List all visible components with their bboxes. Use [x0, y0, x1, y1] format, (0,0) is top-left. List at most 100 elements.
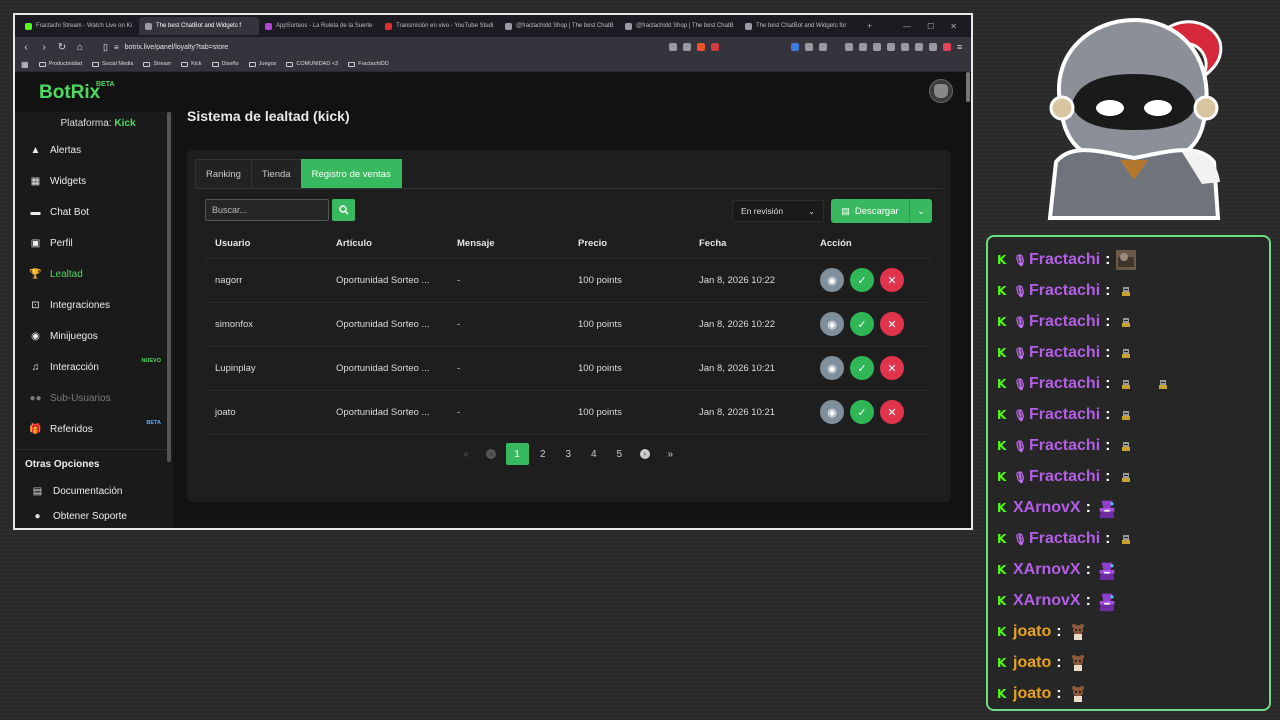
browser-tab[interactable]: Transmisión en vivo - YouTube Studi [379, 17, 499, 35]
browser-tab[interactable]: @fractachidd Shop | The best ChatB [619, 17, 739, 35]
search-input[interactable] [205, 199, 329, 221]
sidebar-item-alertas[interactable]: ▲ Alertas [15, 135, 173, 166]
brave-shield-icon[interactable] [697, 43, 705, 51]
user-avatar[interactable] [929, 79, 953, 103]
bookmark-icon[interactable]: ▯ [103, 42, 108, 53]
bookmark-folder[interactable]: Productividad [38, 61, 82, 67]
browser-tab[interactable]: Fractachi Stream - Watch Live on Ki [19, 17, 139, 35]
view-button[interactable]: ◉ [820, 356, 844, 380]
browser-tab[interactable]: @fractachidd Shop | The best ChatB [499, 17, 619, 35]
browser-tab[interactable]: The best ChatBot and Widgets for [739, 17, 859, 35]
view-button[interactable]: ◉ [820, 312, 844, 336]
sidebar-item-sub-usuarios[interactable]: ●● Sub-Usuarios [15, 383, 173, 414]
extension-icon[interactable] [791, 43, 799, 51]
apps-icon[interactable]: ▦ [21, 60, 29, 69]
url-field[interactable]: ▯ ≡ botrix.live/panel/loyalty?tab=store [93, 40, 661, 54]
extension-icon[interactable] [805, 43, 813, 51]
site-info-icon[interactable]: ≡ [114, 43, 119, 52]
folder-icon [181, 61, 189, 67]
view-button[interactable]: ◉ [820, 268, 844, 292]
bookmark-folder[interactable]: Diseño [211, 61, 239, 67]
sidebar-item-perfil[interactable]: ▣ Perfil [15, 228, 173, 259]
sidebar-item-integraciones[interactable]: ⊡ Integraciones [15, 290, 173, 321]
rewards-icon[interactable] [711, 43, 719, 51]
reject-button[interactable]: ✕ [880, 356, 904, 380]
bookmark-folder[interactable]: COMUNIDAD <3 [286, 61, 338, 67]
back-icon[interactable]: ‹ [21, 42, 31, 53]
reload-icon[interactable]: ↻ [57, 42, 67, 53]
menu-icon[interactable]: ≡ [957, 43, 965, 52]
reject-button[interactable]: ✕ [880, 312, 904, 336]
download-dropdown-button[interactable]: ⌄ [909, 199, 932, 223]
bookmark-folder[interactable]: Juegos [248, 61, 276, 67]
new-tab-button[interactable]: + [859, 21, 880, 31]
sidebar-item-minijuegos[interactable]: ◉ Minijuegos [15, 321, 173, 352]
sidebar-item-widgets[interactable]: ▦ Widgets [15, 166, 173, 197]
last-page-button[interactable]: » [658, 443, 684, 465]
approve-button[interactable]: ✓ [850, 312, 874, 336]
download-icon[interactable] [845, 43, 853, 51]
chat-separator: : [1105, 313, 1111, 330]
extension-icon[interactable] [873, 43, 881, 51]
chat-username: XArnovX [1013, 592, 1081, 609]
page-button[interactable]: 1 [505, 443, 529, 465]
reject-button[interactable]: ✕ [880, 400, 904, 424]
sidebar-item-documentation[interactable]: ▤ Documentación [15, 476, 173, 506]
tab-registro-de-ventas[interactable]: Registro de ventas [300, 159, 402, 188]
music-icon[interactable] [859, 43, 867, 51]
bookmark-folder[interactable]: FractachiDD [348, 61, 389, 67]
chat-separator: : [1105, 437, 1111, 454]
minimize-icon[interactable]: — [903, 22, 911, 31]
browser-tab[interactable]: The best ChatBot and Widgets f [139, 17, 259, 35]
sidebar-item-support[interactable]: ● Obtener Soporte [15, 506, 173, 526]
next-page-button[interactable]: › [632, 443, 658, 465]
search-button[interactable] [332, 199, 355, 221]
vpn-icon[interactable] [929, 43, 937, 51]
bookmark-folder[interactable]: Stream [143, 61, 171, 67]
extension-icon[interactable] [819, 43, 827, 51]
sidebar-icon[interactable] [887, 43, 895, 51]
view-button[interactable]: ◉ [820, 400, 844, 424]
tiny-emote-icon [1115, 311, 1137, 333]
bookmark-folder[interactable]: Social Media [91, 61, 133, 67]
close-icon[interactable]: ✕ [950, 22, 957, 31]
zoom-icon[interactable] [669, 43, 677, 51]
sidebar-item-lealtad[interactable]: 🏆 Lealtad [15, 259, 173, 290]
approve-button[interactable]: ✓ [850, 356, 874, 380]
approve-button[interactable]: ✓ [850, 268, 874, 292]
sidebar-item-referidos[interactable]: 🎁 Referidos BETA [15, 414, 173, 445]
status-filter-value: En revisión [741, 206, 784, 216]
sidebar-item-interacci-n[interactable]: ♫ Interacción NUEVO [15, 352, 173, 383]
tab-favicon-icon [745, 22, 752, 30]
kick-icon: K [997, 377, 1007, 391]
page-button[interactable]: 3 [556, 443, 582, 465]
sidebar-scrollbar[interactable] [167, 112, 171, 462]
folder-icon [248, 61, 256, 67]
status-filter-select[interactable]: En revisión ⌄ [732, 200, 824, 222]
page-button[interactable]: 5 [607, 443, 633, 465]
tab-tienda[interactable]: Tienda [250, 159, 302, 188]
reject-button[interactable]: ✕ [880, 268, 904, 292]
tab-ranking[interactable]: Ranking [195, 159, 252, 188]
bookmark-folder[interactable]: Kick [181, 61, 202, 67]
sidebar-item-chat-bot[interactable]: ▬ Chat Bot [15, 197, 173, 228]
page-button[interactable]: 2 [530, 443, 556, 465]
maximize-icon[interactable]: ☐ [927, 22, 934, 31]
wallet-icon[interactable] [901, 43, 909, 51]
botrix-logo[interactable]: BotRix [39, 82, 100, 104]
page-scrollbar[interactable] [966, 72, 970, 102]
approve-button[interactable]: ✓ [850, 400, 874, 424]
chat-username: XArnovX [1013, 561, 1081, 578]
profile-icon[interactable] [943, 43, 951, 51]
prev-page-button[interactable]: ‹ [479, 443, 505, 465]
browser-tab[interactable]: AppSorteos - La Ruleta de la Suerte [259, 17, 379, 35]
home-icon[interactable]: ⌂ [75, 42, 85, 53]
extension-icon[interactable] [915, 43, 923, 51]
download-button[interactable]: ▤ Descargar [831, 199, 909, 223]
address-bar: ‹ › ↻ ⌂ ▯ ≡ botrix.live/panel/loyalty?ta… [15, 37, 971, 57]
share-icon[interactable] [683, 43, 691, 51]
forward-icon[interactable]: › [39, 42, 49, 53]
page-button[interactable]: 4 [581, 443, 607, 465]
browser-window: Fractachi Stream - Watch Live on Ki The b… [13, 13, 973, 530]
first-page-button[interactable]: « [453, 443, 479, 465]
